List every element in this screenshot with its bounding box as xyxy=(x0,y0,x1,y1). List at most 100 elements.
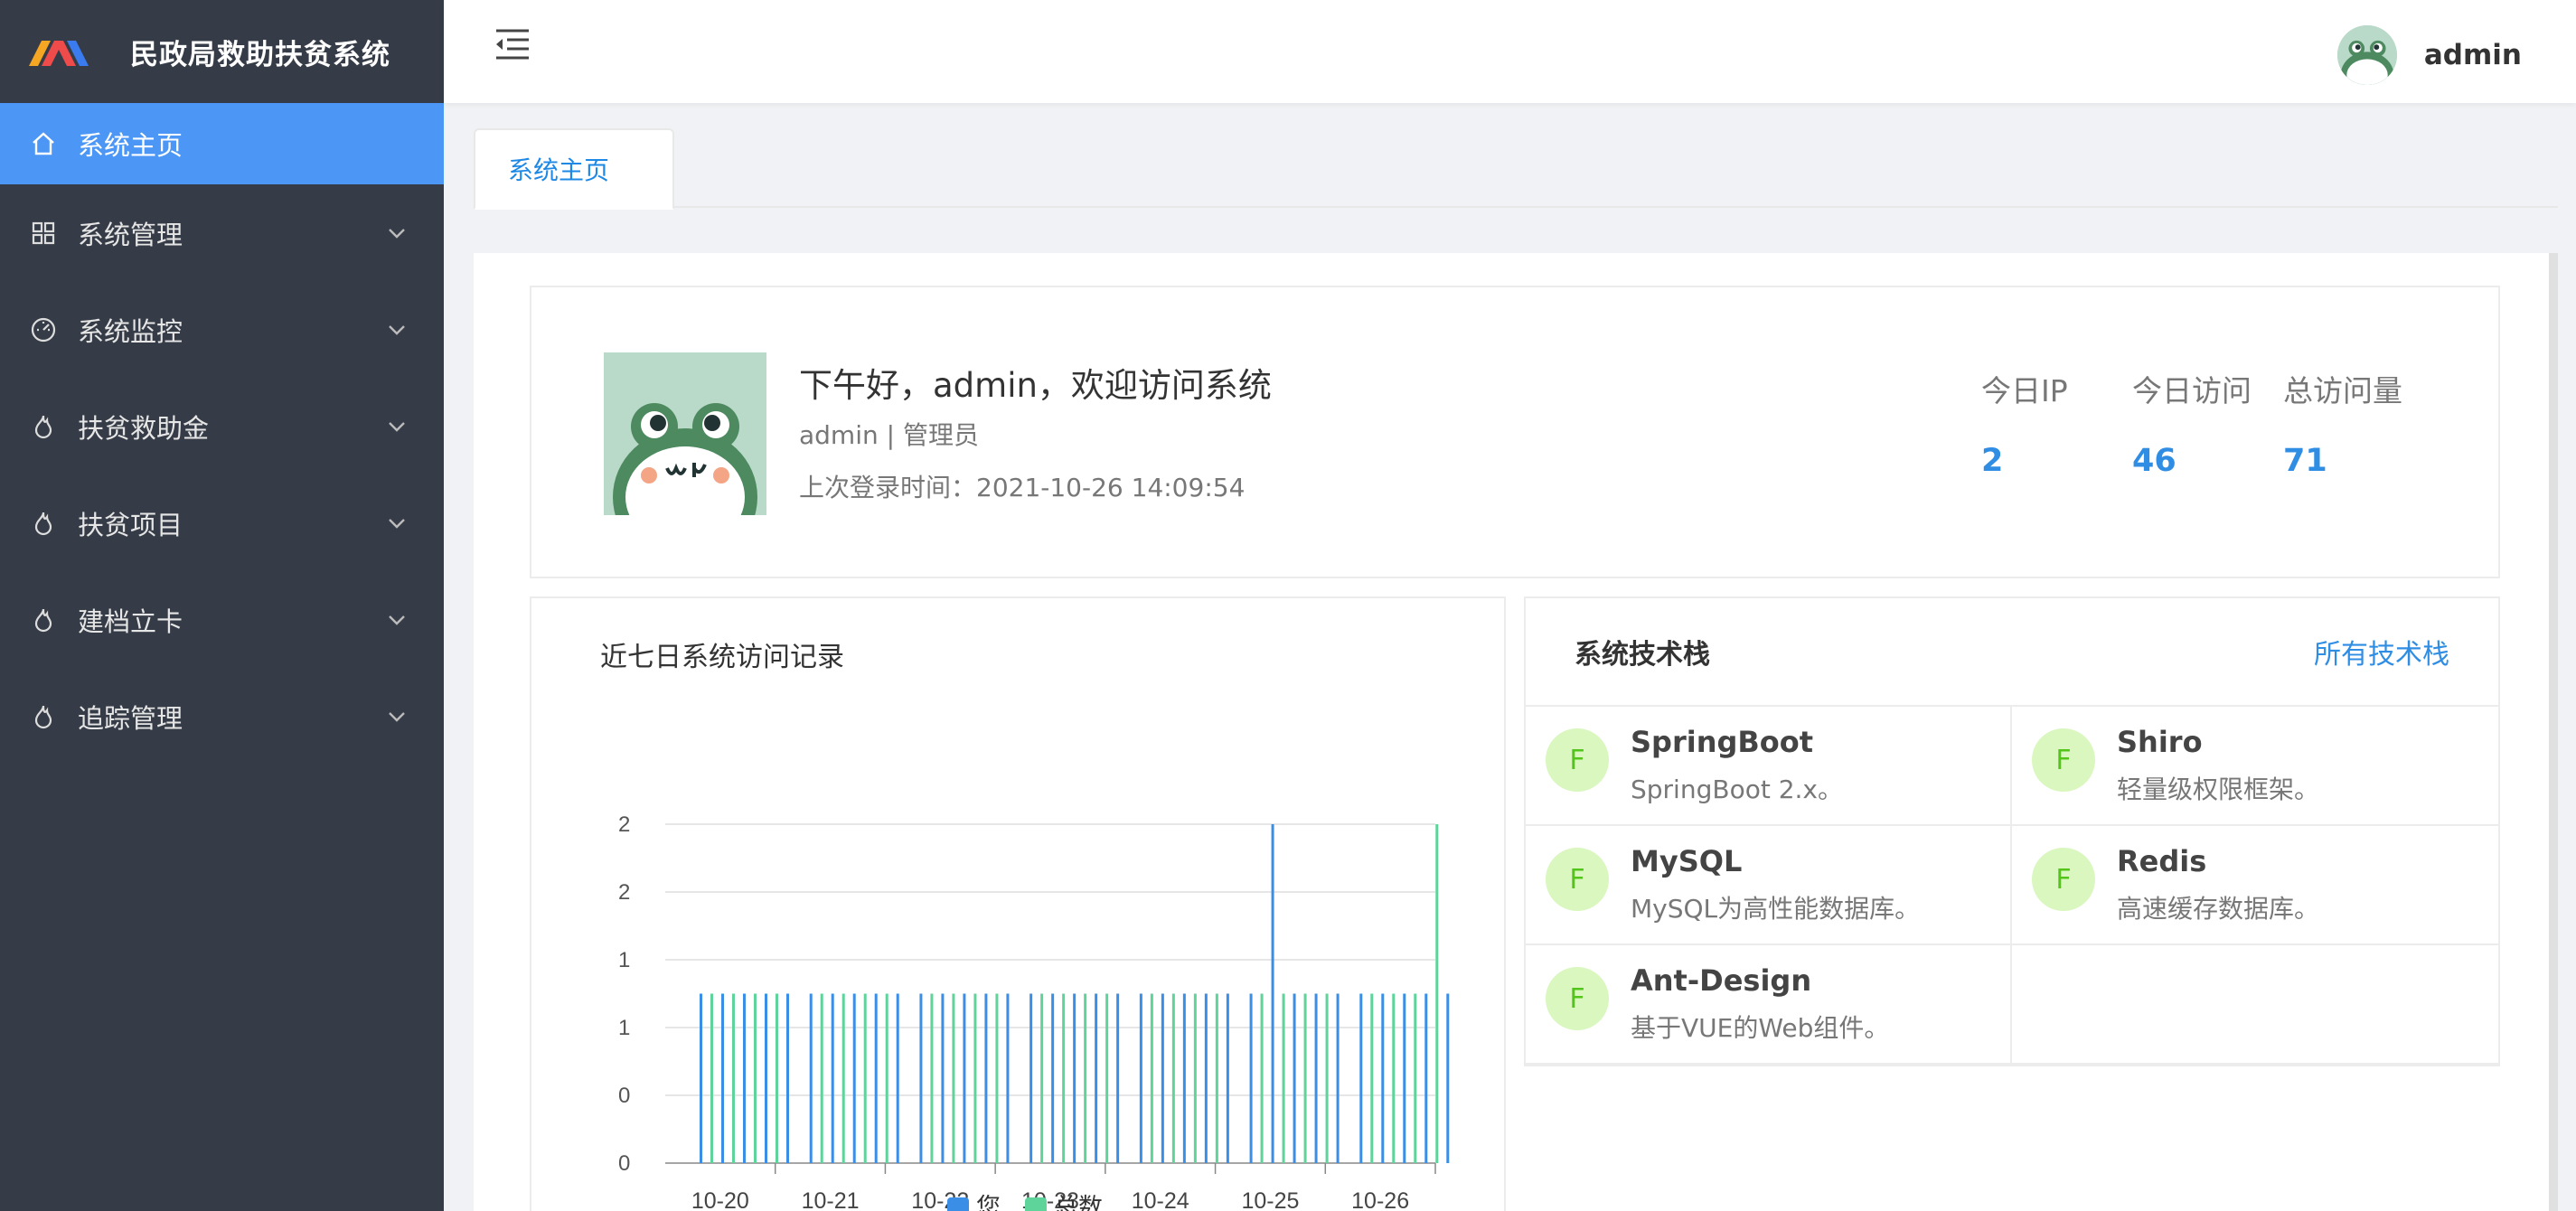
logo-icon xyxy=(29,41,89,66)
tech-item-empty xyxy=(2012,945,2498,1065)
sidebar-item-poverty-project[interactable]: 扶贫项目 xyxy=(0,474,444,571)
stat-label: 今日IP xyxy=(1981,373,2068,408)
visit-chart-card: 近七日系统访问记录 0 0 1 1 2 2 10-20 10-21 10-22 10-23 10-2… xyxy=(530,596,1506,1211)
sidebar-item-label: 扶贫项目 xyxy=(78,509,183,540)
y-tick-label: 2 xyxy=(618,880,630,905)
y-tick-label: 1 xyxy=(618,1016,630,1040)
fire-icon xyxy=(29,509,58,538)
last-login-time: 上次登录时间：2021-10-26 14:09:54 xyxy=(799,473,1246,502)
bar-您 xyxy=(1249,993,1253,1163)
bar-总数 xyxy=(863,993,867,1163)
tech-stack-card: 系统技术栈 所有技术栈 F SpringBoot SpringBoot 2.x。… xyxy=(1524,596,2500,1066)
grid-icon xyxy=(29,219,58,248)
bar-总数 xyxy=(1040,993,1044,1163)
bar-您 xyxy=(765,993,767,1163)
bar-总数 xyxy=(1435,824,1439,1163)
y-tick-label: 1 xyxy=(618,948,630,972)
app-title: 民政局救助扶贫系统 xyxy=(130,38,390,71)
bar-您 xyxy=(896,993,899,1163)
sidebar-item-poverty-fund[interactable]: 扶贫救助金 xyxy=(0,378,444,474)
menu-fold-icon[interactable] xyxy=(493,27,532,63)
sidebar-item-label: 建档立卡 xyxy=(78,606,183,637)
top-header: admin xyxy=(444,0,2576,103)
bar-总数 xyxy=(930,993,934,1163)
sidebar-item-system-monitor[interactable]: 系统监控 xyxy=(0,281,444,378)
stat-value: 2 xyxy=(1981,443,2004,479)
page-scrollbar[interactable] xyxy=(2549,253,2558,1211)
x-tick-label: 10-25 xyxy=(1241,1188,1299,1211)
chevron-down-icon xyxy=(389,518,405,529)
bar-总数 xyxy=(1325,993,1329,1163)
welcome-greeting: 下午好，admin，欢迎访问系统 xyxy=(799,366,1272,405)
bar-总数 xyxy=(1303,993,1307,1163)
tech-item-redis[interactable]: F Redis 高速缓存数据库。 xyxy=(2012,826,2498,945)
x-tick-label: 10-20 xyxy=(691,1188,749,1211)
chevron-down-icon xyxy=(389,615,405,625)
username: admin xyxy=(2423,39,2522,71)
bar-您 xyxy=(1359,993,1363,1163)
fire-icon xyxy=(29,412,58,441)
chevron-down-icon xyxy=(389,711,405,722)
tech-item-springboot[interactable]: F SpringBoot SpringBoot 2.x。 xyxy=(1526,707,2012,826)
tech-item-shiro[interactable]: F Shiro 轻量级权限框架。 xyxy=(2012,707,2498,826)
bar-总数 xyxy=(1171,993,1175,1163)
tech-desc: MySQL为高性能数据库。 xyxy=(1631,894,1921,924)
tech-name: Redis xyxy=(2117,844,2207,878)
avatar xyxy=(2336,25,2397,85)
stat-value: 46 xyxy=(2132,443,2176,479)
tech-item-mysql[interactable]: F MySQL MySQL为高性能数据库。 xyxy=(1526,826,2012,945)
tech-name: Ant-Design xyxy=(1631,963,1812,998)
bar-总数 xyxy=(1370,993,1374,1163)
bar-您 xyxy=(809,993,813,1163)
bar-您 xyxy=(1116,993,1120,1163)
tech-badge: F xyxy=(2032,728,2095,792)
bar-总数 xyxy=(1215,993,1218,1163)
bar-您 xyxy=(831,993,834,1163)
legend-swatch xyxy=(947,1197,969,1211)
bar-总数 xyxy=(776,993,778,1163)
bar-您 xyxy=(1051,993,1055,1163)
sidebar-item-filing-card[interactable]: 建档立卡 xyxy=(0,571,444,668)
tech-badge: F xyxy=(1546,967,1609,1030)
bar-您 xyxy=(700,993,702,1163)
tab-home[interactable]: 系统主页 xyxy=(474,128,674,210)
dashboard-icon xyxy=(29,315,58,344)
bar-您 xyxy=(919,993,923,1163)
bar-总数 xyxy=(1414,993,1417,1163)
bar-总数 xyxy=(1150,993,1153,1163)
x-tick-label: 10-24 xyxy=(1132,1188,1189,1211)
sidebar-item-system-management[interactable]: 系统管理 xyxy=(0,184,444,281)
legend-swatch xyxy=(1025,1197,1047,1211)
bar-您 xyxy=(1139,993,1142,1163)
y-tick-label: 2 xyxy=(618,812,630,837)
fire-icon xyxy=(29,702,58,731)
bar-您 xyxy=(1424,993,1428,1163)
fire-icon xyxy=(29,606,58,634)
sidebar-item-tracking[interactable]: 追踪管理 xyxy=(0,668,444,765)
bar-您 xyxy=(1293,993,1296,1163)
stat-today-visits: 今日访问 46 xyxy=(2132,367,2286,479)
tech-name: MySQL xyxy=(1631,844,1743,878)
tech-item-ant-design[interactable]: F Ant-Design 基于VUE的Web组件。 xyxy=(1526,945,2012,1065)
all-tech-link[interactable]: 所有技术栈 xyxy=(2314,632,2449,671)
bar-您 xyxy=(1095,993,1098,1163)
bar-您 xyxy=(941,993,945,1163)
tech-desc: SpringBoot 2.x。 xyxy=(1631,774,1843,804)
visit-chart: 00112210-20 10-21 10-22 10-23 10-24 10-25 10-2… xyxy=(618,812,1450,1211)
bar-您 xyxy=(1006,993,1010,1163)
bar-总数 xyxy=(995,993,999,1163)
tech-name: Shiro xyxy=(2117,725,2203,759)
bar-您 xyxy=(1226,993,1229,1163)
bar-总数 xyxy=(952,993,955,1163)
x-tick-label: 10-26 xyxy=(1351,1188,1409,1211)
sidebar-item-home[interactable]: 系统主页 xyxy=(0,103,444,184)
home-icon xyxy=(29,129,58,158)
bar-您 xyxy=(963,993,966,1163)
tech-name: SpringBoot xyxy=(1631,725,1814,759)
user-menu[interactable]: admin xyxy=(2336,25,2522,85)
sidebar-item-label: 系统管理 xyxy=(78,219,183,250)
tech-badge: F xyxy=(1546,848,1609,911)
bar-总数 xyxy=(1105,993,1109,1163)
sidebar-item-label: 追踪管理 xyxy=(78,702,183,734)
bar-您 xyxy=(1403,993,1406,1163)
